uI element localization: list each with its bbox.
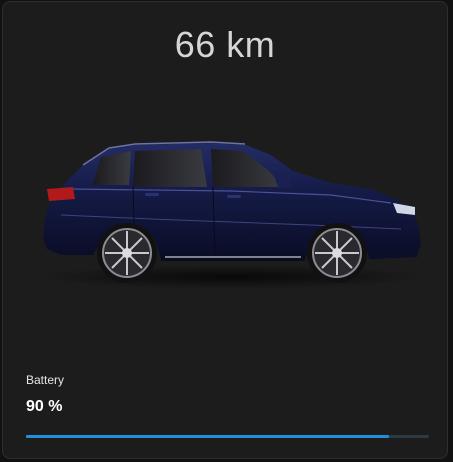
vehicle-card: 66 km Battery 90 % (2, 1, 448, 459)
battery-label: Battery (26, 373, 65, 387)
car-image (36, 141, 426, 289)
battery-progress-track (26, 435, 429, 438)
battery-progress-fill (26, 435, 389, 438)
range-value: 66 km (174, 24, 276, 65)
battery-value: 90 % (26, 398, 63, 415)
